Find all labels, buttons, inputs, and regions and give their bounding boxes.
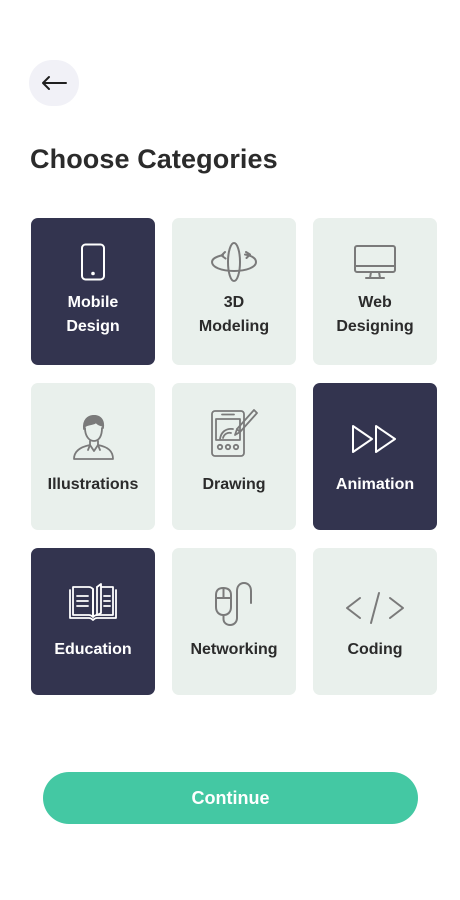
tablet-drawing-icon: [172, 409, 296, 457]
mobile-phone-icon: [31, 238, 155, 286]
person-illustration-icon: [31, 413, 155, 461]
category-card-coding[interactable]: Coding: [313, 548, 437, 695]
category-label: Drawing: [202, 476, 266, 493]
category-label: Illustrations: [47, 476, 139, 493]
category-card-illustrations[interactable]: Illustrations: [31, 383, 155, 530]
category-card-drawing[interactable]: Drawing: [172, 383, 296, 530]
category-label: Animation: [335, 476, 415, 493]
category-label: 3D Modeling: [198, 294, 270, 335]
category-label: Mobile Design: [66, 294, 120, 335]
category-card-web-designing[interactable]: Web Designing: [313, 218, 437, 365]
category-label: Education: [54, 641, 132, 658]
continue-button[interactable]: Continue: [43, 772, 418, 824]
category-grid: Mobile Design 3D Modeling Web Designing …: [31, 218, 438, 695]
category-card-animation[interactable]: Animation: [313, 383, 437, 530]
category-label: Coding: [347, 641, 403, 658]
fast-forward-icon: [313, 415, 437, 463]
category-card-education[interactable]: Education: [31, 548, 155, 695]
code-brackets-icon: [313, 584, 437, 632]
category-label: Networking: [190, 641, 278, 658]
category-card-3d-modeling[interactable]: 3D Modeling: [172, 218, 296, 365]
mouse-cable-icon: [172, 580, 296, 628]
arrow-left-icon: [42, 76, 67, 90]
category-card-mobile-design[interactable]: Mobile Design: [31, 218, 155, 365]
back-button[interactable]: [29, 60, 79, 106]
category-label: Web Designing: [336, 294, 414, 335]
monitor-icon: [313, 238, 437, 286]
3d-rotate-icon: [172, 238, 296, 286]
page-title: Choose Categories: [30, 144, 278, 174]
open-book-icon: [31, 578, 155, 626]
category-card-networking[interactable]: Networking: [172, 548, 296, 695]
